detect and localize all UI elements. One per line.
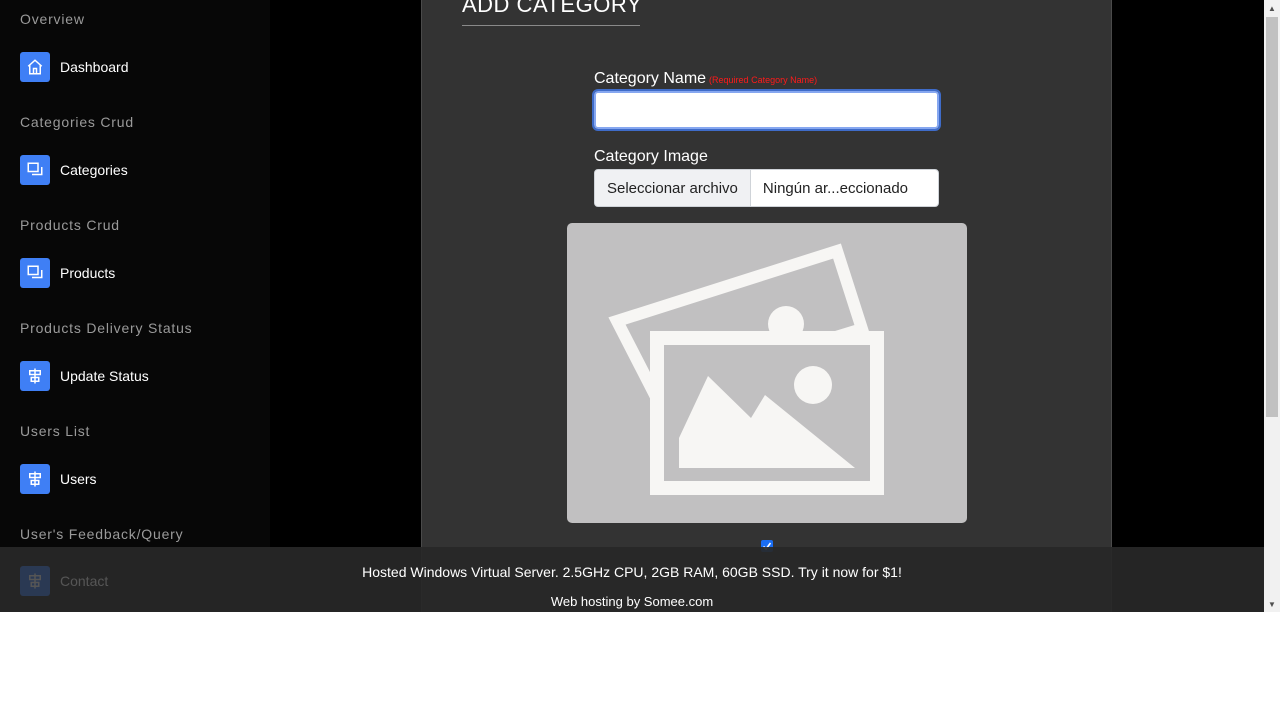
sidebar-item-label: Dashboard (60, 59, 129, 75)
sidebar-item-dashboard[interactable]: Dashboard (20, 52, 129, 82)
section-title-feedback: User's Feedback/Query (20, 526, 184, 542)
sidebar-item-label: Users (60, 471, 97, 487)
align-center-icon (20, 566, 50, 596)
section-title-delivery-status: Products Delivery Status (20, 320, 193, 336)
category-name-input[interactable] (592, 89, 941, 131)
vertical-scrollbar[interactable]: ▲ ▼ (1264, 0, 1280, 612)
choose-file-button[interactable]: Seleccionar archivo (595, 170, 751, 206)
category-image-label: Category Image (594, 148, 708, 165)
scroll-thumb[interactable] (1266, 17, 1278, 417)
home-icon (20, 52, 50, 82)
section-title-users-list: Users List (20, 423, 91, 439)
sidebar-item-label: Categories (60, 162, 128, 178)
copy-icon (20, 258, 50, 288)
category-name-label-text: Category Name (594, 70, 707, 87)
section-title-products-crud: Products Crud (20, 217, 120, 233)
sidebar-item-users[interactable]: Users (20, 464, 97, 494)
section-title-overview: Overview (20, 11, 85, 27)
hosting-banner: Hosted Windows Virtual Server. 2.5GHz CP… (0, 547, 1264, 612)
scroll-down-arrow-icon[interactable]: ▼ (1264, 596, 1280, 612)
banner-host-link[interactable]: Web hosting by Somee.com (0, 594, 1264, 609)
page-viewport: Overview Dashboard Categories Crud Categ… (0, 0, 1264, 612)
sidebar-item-label: Contact (60, 573, 109, 589)
scroll-up-arrow-icon[interactable]: ▲ (1264, 0, 1280, 16)
copy-icon (20, 155, 50, 185)
sidebar-item-update-status[interactable]: Update Status (20, 361, 149, 391)
required-hint: (Required Category Name) (709, 75, 818, 85)
category-name-label: Category Name (Required Category Name) (594, 70, 817, 88)
image-placeholder-icon (608, 243, 884, 495)
sidebar-item-label: Products (60, 265, 116, 281)
page-title: ADD CATEGORY (462, 0, 640, 26)
align-center-icon (20, 464, 50, 494)
section-title-categories-crud: Categories Crud (20, 114, 134, 130)
sidebar-item-categories[interactable]: Categories (20, 155, 128, 185)
sidebar-item-contact[interactable]: Contact (20, 566, 108, 596)
sidebar: Overview Dashboard Categories Crud Categ… (0, 0, 270, 612)
image-preview (567, 223, 967, 523)
category-image-file-input[interactable]: Seleccionar archivo Ningún ar...eccionad… (594, 169, 939, 207)
banner-ad-link[interactable]: Hosted Windows Virtual Server. 2.5GHz CP… (0, 564, 1264, 580)
file-status-text: Ningún ar...eccionado (762, 179, 909, 197)
sidebar-item-label: Update Status (60, 368, 149, 384)
sidebar-item-products[interactable]: Products (20, 258, 115, 288)
align-center-icon (20, 361, 50, 391)
